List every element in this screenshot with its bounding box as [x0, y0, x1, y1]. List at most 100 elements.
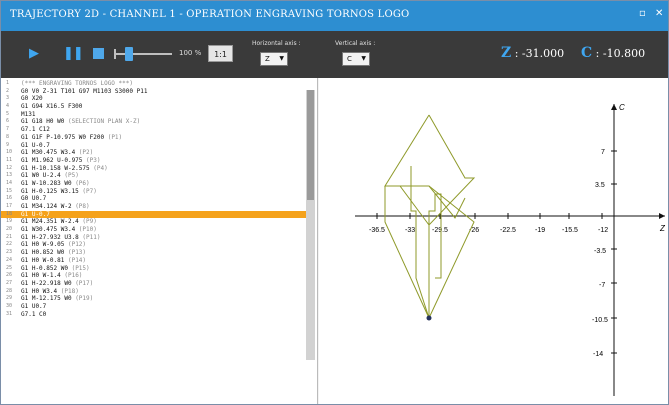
trajectory-plot[interactable]: Z C -36.5 -33 -29.5 -26 -22.5 -19 -15.5 …	[319, 78, 668, 405]
speed-ratio-button[interactable]: 1:1	[208, 45, 233, 62]
horizontal-axis-select[interactable]: Z ▼	[260, 52, 288, 66]
code-line[interactable]: 23 G1 H0.852 W0 (P13)	[1, 249, 307, 257]
code-text: G1 M34.124 W-2	[21, 203, 76, 210]
line-number: 4	[6, 103, 10, 110]
code-line[interactable]: 8 G1 G1F P-10.975 W0 F200 (P1)	[1, 134, 307, 142]
horizontal-axis-label: Horizontal axis :	[252, 40, 301, 47]
pause-icon[interactable]: ❚❚	[63, 47, 84, 60]
z-tick-label: -36.5	[369, 227, 385, 234]
code-comment: (SELECTION PLAN X-Z)	[67, 118, 141, 126]
chevron-down-icon: ▼	[361, 55, 366, 62]
code-text: G1 G94 X16.5 F300	[21, 103, 83, 111]
code-comment: (P11)	[82, 233, 101, 241]
code-comment: (P12)	[67, 241, 87, 249]
line-number: 28	[6, 287, 13, 294]
code-text: (*** ENGRAVING TORNOS LOGO ***)	[21, 80, 133, 87]
code-text: G1 H-22.918 W0	[21, 279, 76, 287]
code-line[interactable]: 25 G1 H-0.852 W0 (P15)	[1, 265, 307, 273]
close-icon[interactable]: ✕	[655, 8, 663, 19]
code-text: G1 W0 U-2.4	[21, 172, 65, 180]
line-number: 13	[6, 172, 13, 179]
z-tick-label: -15.5	[562, 227, 578, 234]
code-line[interactable]: 3 G0 X20	[1, 95, 307, 103]
line-number: 22	[6, 241, 13, 248]
play-icon[interactable]: ▶	[29, 47, 39, 60]
code-text: G0 V0 Z-31 T101 G97 M1103 S3000 P11	[21, 87, 148, 95]
line-number: 8	[6, 133, 10, 140]
c-tick-label: -14	[593, 351, 603, 358]
c-axis-letter: C	[581, 45, 593, 61]
chevron-down-icon: ▼	[279, 55, 284, 62]
code-line[interactable]: 21 G1 H-27.932 U3.8 (P11)	[1, 234, 307, 242]
horizontal-axis-value: Z	[265, 55, 270, 63]
line-number: 2	[6, 87, 10, 94]
code-line[interactable]: 22 G1 H0 W-9.05 (P12)	[1, 241, 307, 249]
code-line[interactable]: 4 G1 G94 X16.5 F300	[1, 103, 307, 111]
c-tick-label: -3.5	[594, 248, 606, 255]
active-code-line[interactable]: 18 G1 U-0.7	[1, 210, 307, 219]
code-text: G1 H0 W-0.81	[21, 256, 68, 264]
code-line[interactable]: 19 G1 M24.351 W-2.4 (P9)	[1, 218, 307, 226]
c-tick-label: -7	[599, 282, 605, 289]
z-axis-letter: Z	[501, 45, 512, 61]
maximize-icon[interactable]: ▫	[639, 8, 646, 19]
code-text: G7.1 C12	[21, 126, 50, 134]
code-comment: (P4)	[93, 164, 108, 172]
code-line[interactable]: 29 G1 M-12.175 W0 (P19)	[1, 295, 307, 303]
line-number: 3	[6, 95, 10, 102]
code-line[interactable]: 5 M131	[1, 111, 307, 119]
stop-icon[interactable]	[93, 48, 104, 59]
code-line[interactable]: 15 G1 H-0.125 W3.15 (P7)	[1, 188, 307, 196]
code-line[interactable]: 1 (*** ENGRAVING TORNOS LOGO ***)	[1, 80, 307, 88]
vertical-axis-select[interactable]: C ▼	[342, 52, 370, 66]
c-tick-label: 3.5	[595, 182, 605, 189]
code-text: G1 M1.962 U-0.975	[21, 156, 87, 164]
vertical-axis-value: C	[347, 55, 352, 63]
code-line[interactable]: 9 G1 U-0.7	[1, 142, 307, 150]
code-line[interactable]: 30 G1 U0.7	[1, 303, 307, 311]
code-line[interactable]: 31 G7.1 C0	[1, 311, 307, 319]
code-line[interactable]: 12 G1 H-10.158 W-2.575 (P4)	[1, 165, 307, 173]
z-tick-label: -22.5	[500, 227, 516, 234]
nc-program-panel[interactable]: 1 (*** ENGRAVING TORNOS LOGO ***) 2 G0 V0 Z…	[1, 78, 318, 404]
code-line[interactable]: 10 G1 M30.475 W3.4 (P2)	[1, 149, 307, 157]
code-comment: (P17)	[75, 279, 94, 287]
code-text: M131	[21, 110, 36, 118]
code-line[interactable]: 27 G1 H-22.918 W0 (P17)	[1, 280, 307, 288]
line-number: 23	[6, 249, 13, 256]
code-line[interactable]: 6 G1 G18 H0 W0 (SELECTION PLAN X-Z)	[1, 118, 307, 126]
code-line[interactable]: 7 G7.1 C12	[1, 126, 307, 134]
code-comment: (P7)	[82, 187, 97, 195]
speed-slider-thumb[interactable]	[125, 47, 133, 61]
trajectory-window: TRAJECTORY 2D - CHANNEL 1 - OPERATION EN…	[0, 0, 669, 405]
z-value: : -31.000	[514, 47, 565, 60]
code-comment: (P13)	[67, 249, 87, 257]
code-line[interactable]: 14 G1 W-10.283 W0 (P6)	[1, 180, 307, 188]
line-number: 7	[6, 126, 10, 133]
z-axis-name: Z	[659, 224, 666, 233]
code-line[interactable]: 20 G1 W30.475 W3.4 (P10)	[1, 226, 307, 234]
code-text: G1 H0 W-1.4	[21, 272, 65, 280]
code-line[interactable]: 24 G1 H0 W-0.81 (P14)	[1, 257, 307, 265]
line-number: 15	[6, 187, 13, 194]
code-scroll-thumb[interactable]	[307, 90, 314, 200]
code-text: G1 U-0.7	[21, 141, 50, 149]
code-text: G1 M-12.175 W0	[21, 295, 76, 303]
code-text: G1 W30.475 W3.4	[21, 226, 79, 234]
code-line[interactable]: 16 G0 U0.7	[1, 195, 307, 203]
code-comment: (P10)	[78, 226, 97, 234]
code-line[interactable]: 2 G0 V0 Z-31 T101 G97 M1103 S3000 P11	[1, 88, 307, 96]
code-line[interactable]: 28 G1 H0 W3.4 (P18)	[1, 288, 307, 296]
code-text: G1 H0 W3.4	[21, 287, 61, 295]
line-number: 1	[6, 80, 10, 86]
code-line[interactable]: 11 G1 M1.962 U-0.975 (P3)	[1, 157, 307, 165]
z-position-readout: Z : -31.000	[501, 45, 564, 61]
speed-slider[interactable]	[114, 53, 172, 55]
tool-position-dot	[426, 315, 432, 321]
code-line[interactable]: 26 G1 H0 W-1.4 (P16)	[1, 272, 307, 280]
trajectory-svg[interactable]: Z C -36.5 -33 -29.5 -26 -22.5 -19 -15.5 …	[319, 78, 668, 405]
nc-code-list[interactable]: 1 (*** ENGRAVING TORNOS LOGO ***) 2 G0 V0 Z…	[1, 80, 307, 318]
code-comment: (P6)	[75, 179, 90, 187]
code-line[interactable]: 17 G1 M34.124 W-2 (P8)	[1, 203, 307, 211]
code-line[interactable]: 13 G1 W0 U-2.4 (P5)	[1, 172, 307, 180]
